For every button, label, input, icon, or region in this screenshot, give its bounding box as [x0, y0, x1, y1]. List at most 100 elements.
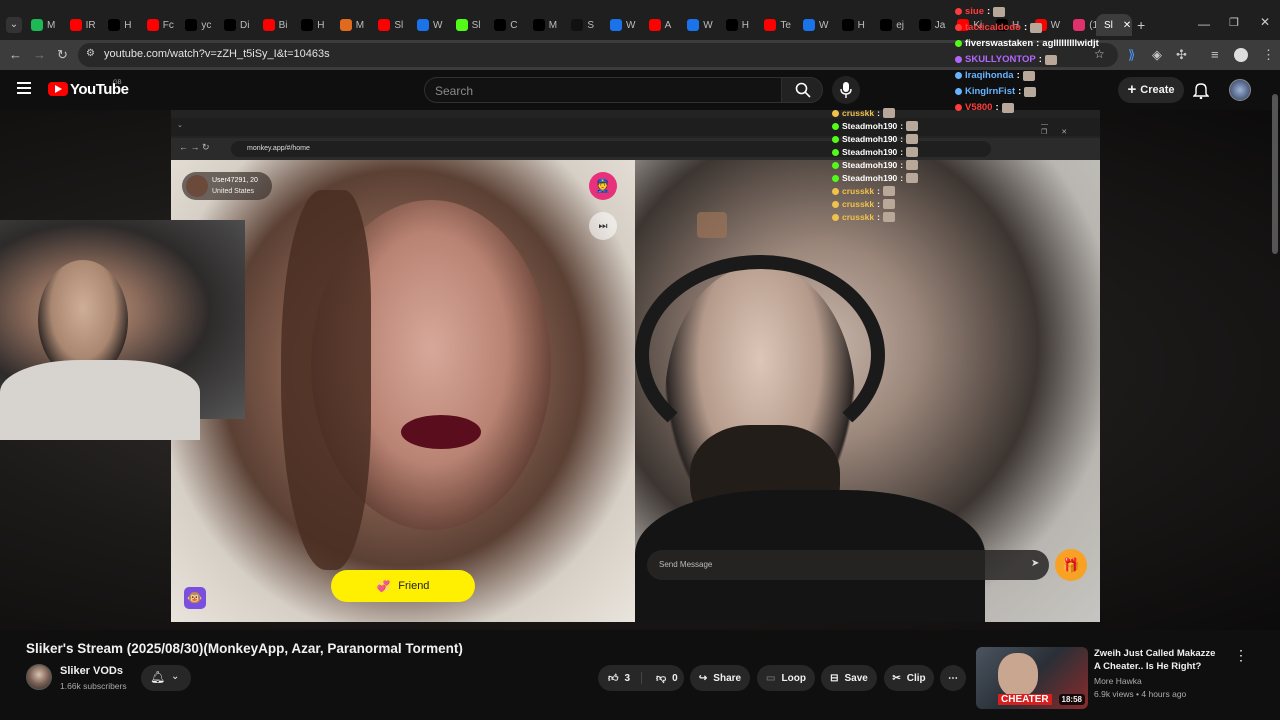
media-control-icon[interactable]: ≡: [1211, 47, 1219, 63]
browser-menu-icon[interactable]: ⋮: [1262, 47, 1275, 63]
chat-username: Steadmoh190: [842, 147, 898, 157]
chat-emote-icon: [882, 186, 895, 196]
channel-avatar[interactable]: [26, 664, 52, 690]
browser-tab[interactable]: S: [571, 14, 605, 36]
create-button[interactable]: + Create: [1118, 77, 1184, 103]
partner-country: United States: [212, 188, 255, 195]
chat-message: crusskk:: [832, 108, 895, 118]
tab-label: Bi: [278, 19, 288, 31]
browser-tab[interactable]: Te: [764, 14, 798, 36]
browser-tab[interactable]: M: [31, 14, 65, 36]
close-window-button[interactable]: ✕: [1260, 15, 1270, 29]
new-tab-button[interactable]: +: [1137, 17, 1145, 33]
browser-tab[interactable]: W: [803, 14, 837, 36]
tab-favicon-icon: [146, 19, 159, 31]
browser-tab[interactable]: W: [610, 14, 644, 36]
chat-username: fiverswastaken: [965, 38, 1034, 49]
hamburger-menu-icon[interactable]: [17, 82, 31, 94]
browser-tab[interactable]: Ja: [918, 14, 953, 36]
profile-avatar-icon[interactable]: [1234, 48, 1248, 62]
search-button[interactable]: [781, 77, 823, 103]
chat-username: Steadmoh190: [842, 173, 898, 183]
chat-badge-icon: [832, 200, 839, 208]
browser-tab[interactable]: ej: [880, 14, 914, 36]
browser-tab[interactable]: Di: [224, 14, 258, 36]
browser-tab[interactable]: W: [687, 14, 721, 36]
scrollbar-thumb[interactable]: [1272, 94, 1278, 254]
save-button[interactable]: ⊟ Save: [821, 665, 877, 691]
account-avatar[interactable]: [1229, 79, 1251, 101]
chat-badge-icon: [955, 88, 962, 95]
chat-badge-icon: [955, 8, 962, 15]
tab-label: S: [587, 19, 595, 31]
close-tab-icon[interactable]: ✕: [1123, 20, 1131, 31]
browser-tab[interactable]: H: [841, 14, 876, 36]
recommended-channel[interactable]: More Hawka: [1094, 676, 1142, 686]
browser-tab[interactable]: W: [417, 14, 451, 36]
recommended-thumbnail[interactable]: CHEATER 18:58: [976, 647, 1088, 709]
channel-name[interactable]: Sliker VODs: [60, 665, 123, 677]
browser-tab[interactable]: H: [301, 14, 335, 36]
recommended-more-icon[interactable]: ⋮: [1234, 647, 1248, 664]
chat-username: SKULLYONTOP: [965, 54, 1036, 65]
minimize-button[interactable]: —: [1198, 17, 1210, 31]
tab-label: W: [703, 19, 713, 31]
video-player[interactable]: ⌄ —❐✕ ← → ↻ monkey.app/#/home User47291,…: [0, 6, 1280, 630]
youtube-logo-icon[interactable]: [48, 82, 68, 96]
browser-tab[interactable]: IR: [69, 14, 104, 36]
browser-tab[interactable]: M: [339, 14, 374, 36]
chat-username: Steadmoh190: [842, 160, 898, 170]
loop-button[interactable]: ▭ Loop: [757, 665, 815, 691]
tab-label: Fc: [162, 19, 174, 31]
stream-browser-window: ⌄ —❐✕ ← → ↻ monkey.app/#/home User47291,…: [171, 110, 1100, 622]
browser-tab[interactable]: H: [108, 14, 142, 36]
bell-icon: 🔔︎: [150, 670, 166, 684]
dislike-button[interactable]: 👎︎ 0: [648, 672, 678, 685]
browser-tab[interactable]: yc: [185, 14, 219, 36]
browser-tab[interactable]: A: [648, 14, 683, 36]
browser-tab[interactable]: C: [494, 14, 528, 36]
bookmark-star-icon[interactable]: ☆: [1094, 47, 1105, 61]
chat-message: crusskk:: [832, 212, 895, 222]
maximize-button[interactable]: ❐: [1229, 16, 1239, 29]
back-arrow-icon[interactable]: ←: [9, 47, 22, 63]
extensions-puzzle-icon[interactable]: ✣: [1176, 47, 1187, 63]
tab-favicon-icon: [571, 19, 584, 31]
search-input[interactable]: Search: [424, 77, 782, 103]
more-actions-button[interactable]: ⋯: [940, 665, 966, 691]
shield-extension-icon[interactable]: ◈: [1152, 47, 1162, 63]
streamer-webcam-overlay: [0, 220, 245, 440]
browser-tab[interactable]: M: [532, 14, 567, 36]
voice-search-button[interactable]: [832, 76, 860, 104]
stream-url-text: monkey.app/#/home: [247, 145, 310, 152]
browser-tab[interactable]: Bi: [262, 14, 297, 36]
extension-icon[interactable]: ⟫: [1128, 47, 1135, 63]
chat-username: crusskk: [842, 212, 875, 222]
share-button[interactable]: ↪ Share: [690, 665, 750, 691]
chat-emote-icon: [906, 134, 919, 144]
tab-favicon-icon: [610, 19, 622, 31]
search-icon: [795, 82, 811, 98]
like-button[interactable]: 👍︎ 3: [598, 672, 642, 684]
tab-search-button[interactable]: ⌄: [6, 17, 22, 33]
browser-tab[interactable]: Sl: [455, 14, 490, 36]
reload-icon[interactable]: ↻: [57, 47, 68, 63]
browser-tab[interactable]: Sl: [378, 14, 412, 36]
clip-button[interactable]: ✂ Clip: [884, 665, 934, 691]
active-browser-tab[interactable]: Sl ✕: [1096, 14, 1132, 36]
chat-emote-icon: [906, 147, 919, 157]
page-scrollbar[interactable]: [1272, 80, 1278, 700]
subscription-bell-button[interactable]: 🔔︎ ⌄: [141, 665, 191, 691]
chat-message: Steadmoh190:: [832, 160, 919, 170]
chat-separator: :: [987, 6, 991, 17]
browser-tab[interactable]: Fc: [146, 14, 181, 36]
partner-avatar: [186, 175, 208, 197]
recommended-title[interactable]: Zweih Just Called Makazze A Cheater.. Is…: [1094, 647, 1224, 673]
chat-emote-icon: [882, 108, 895, 118]
tab-favicon-icon: [69, 19, 82, 31]
notifications-bell-icon[interactable]: [1193, 81, 1209, 99]
tab-favicon-icon: [1073, 19, 1086, 31]
site-info-icon[interactable]: ⚙: [86, 48, 95, 59]
forward-arrow-icon[interactable]: →: [33, 47, 46, 63]
browser-tab[interactable]: H: [725, 14, 760, 36]
